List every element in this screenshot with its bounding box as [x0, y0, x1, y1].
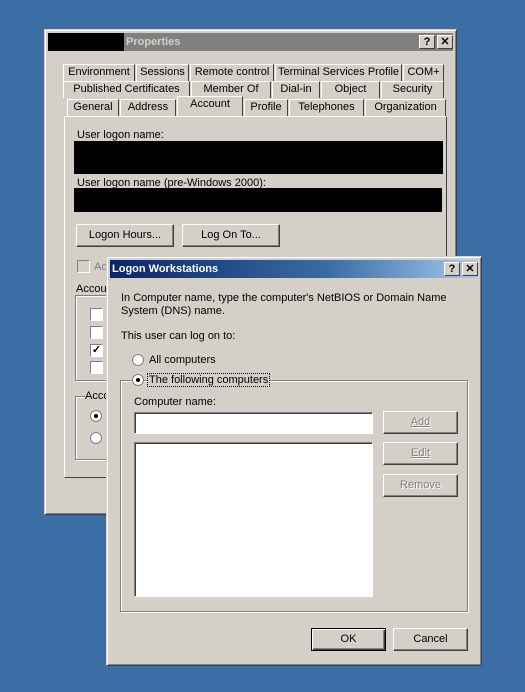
option-checkbox-3[interactable]: ✓ — [90, 344, 103, 357]
ok-label: OK — [340, 633, 357, 645]
add-button[interactable]: Add — [383, 411, 458, 434]
following-computers-radio[interactable] — [132, 374, 144, 386]
tab-remote-control[interactable]: Remote control — [190, 64, 274, 81]
tab-strip: Environment Sessions Remote control Term… — [45, 30, 456, 130]
tab-telephones[interactable]: Telephones — [289, 99, 364, 116]
tab-com-plus[interactable]: COM+ — [403, 64, 444, 81]
all-computers-label[interactable]: All computers — [149, 354, 216, 366]
help-icon[interactable]: ? — [444, 262, 460, 276]
computer-list[interactable] — [134, 442, 373, 597]
cancel-button[interactable]: Cancel — [393, 628, 468, 651]
user-logon-name-field[interactable] — [74, 141, 443, 174]
following-computers-label[interactable]: The following computers — [146, 373, 271, 387]
workstations-titlebar[interactable]: Logon Workstations ? ✕ — [110, 260, 478, 278]
option-checkbox-1[interactable] — [90, 308, 103, 321]
tab-sessions[interactable]: Sessions — [136, 64, 189, 81]
computer-name-input[interactable] — [134, 412, 373, 434]
can-log-on-label: This user can log on to: — [121, 330, 236, 342]
tab-account[interactable]: Account — [177, 96, 243, 116]
user-logon-pre2000-field[interactable] — [74, 188, 442, 212]
tab-general[interactable]: General — [67, 99, 119, 116]
computer-name-label: Computer name: — [134, 396, 216, 408]
tab-object[interactable]: Object — [321, 81, 380, 98]
logon-hours-label: Logon Hours... — [88, 229, 162, 241]
tab-security[interactable]: Security — [381, 81, 444, 98]
tab-dial-in[interactable]: Dial-in — [272, 81, 320, 98]
all-computers-radio[interactable] — [132, 354, 144, 366]
log-on-to-button[interactable]: Log On To... — [182, 224, 280, 247]
edit-label: Edit — [411, 447, 430, 459]
user-logon-name-label: User logon name: — [77, 129, 164, 141]
tab-environment[interactable]: Environment — [63, 64, 135, 81]
option-checkbox-2[interactable] — [90, 326, 103, 339]
remove-label: Remove — [400, 479, 441, 491]
account-locked-checkbox[interactable] — [77, 260, 90, 273]
tab-organization[interactable]: Organization — [365, 99, 446, 116]
logon-hours-button[interactable]: Logon Hours... — [76, 224, 174, 247]
account-locked-label: Ac — [94, 261, 107, 273]
option-checkbox-4[interactable] — [90, 361, 103, 374]
logon-workstations-dialog: Logon Workstations ? ✕ In Computer name,… — [106, 256, 482, 666]
ok-button[interactable]: OK — [311, 628, 386, 651]
edit-button[interactable]: Edit — [383, 442, 458, 465]
add-label: Add — [410, 416, 431, 428]
tab-address[interactable]: Address — [120, 99, 176, 116]
remove-button[interactable]: Remove — [383, 474, 458, 497]
workstations-description: In Computer name, type the computer's Ne… — [121, 292, 447, 317]
account-expires-never-radio[interactable] — [90, 410, 102, 422]
tab-published-certificates[interactable]: Published Certificates — [63, 81, 190, 98]
close-icon[interactable]: ✕ — [462, 262, 478, 276]
tab-profile[interactable]: Profile — [244, 99, 288, 116]
log-on-to-label: Log On To... — [201, 229, 261, 241]
account-options-label: Accou — [76, 283, 107, 295]
workstations-title: Logon Workstations — [112, 263, 219, 275]
tab-terminal-services-profile[interactable]: Terminal Services Profile — [275, 64, 402, 81]
account-expires-end-radio[interactable] — [90, 432, 102, 444]
cancel-label: Cancel — [413, 633, 448, 645]
